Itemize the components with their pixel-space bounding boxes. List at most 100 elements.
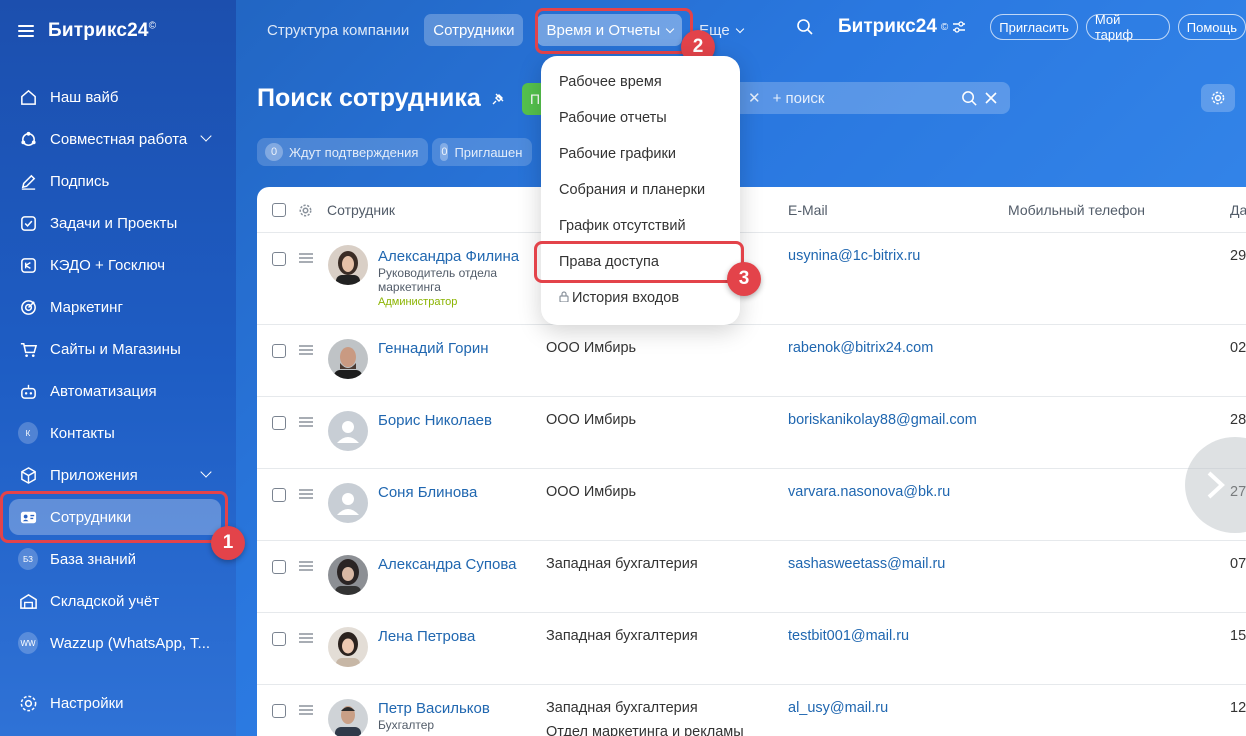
email-link[interactable]: boriskanikolay88@gmail.com (788, 412, 977, 428)
date-cell: 15. (1230, 628, 1246, 644)
search-icon[interactable] (796, 18, 814, 36)
table-row[interactable]: Петр Васильков Бухгалтер Западная бухгал… (257, 685, 1246, 736)
avatar (328, 339, 368, 379)
sidebar-item-collab[interactable]: Совместная работа (0, 118, 236, 160)
menu-item-meetings[interactable]: Собрания и планерки (559, 182, 705, 202)
email-link[interactable]: al_usy@mail.ru (788, 700, 888, 716)
drag-handle-icon[interactable] (299, 561, 313, 571)
counter-invited[interactable]: 0 Приглашен (432, 138, 533, 166)
menu-item-access-rights[interactable]: Права доступа (559, 254, 659, 274)
counter-awaiting[interactable]: 0 Ждут подтверждения (257, 138, 429, 166)
employee-name-link[interactable]: Геннадий Горин (378, 340, 489, 357)
sidebar-item-automation[interactable]: Автоматизация (0, 370, 236, 412)
search-input[interactable]: + поиск (773, 90, 961, 107)
employee-name-link[interactable]: Александра Супова (378, 556, 517, 573)
table-row[interactable]: Лена Петрова Западная бухгалтерия testbi… (257, 613, 1246, 685)
table-row[interactable]: Соня Блинова ООО Имбирь varvara.nasonova… (257, 469, 1246, 541)
cart-icon (18, 339, 38, 359)
chevron-down-icon (665, 24, 675, 33)
step-badge-1: 1 (211, 526, 245, 560)
email-link[interactable]: sashasweetass@mail.ru (788, 556, 945, 572)
close-icon[interactable] (984, 91, 998, 105)
menu-burger-icon[interactable] (18, 25, 34, 37)
menu-item-absence-chart[interactable]: График отсутствий (559, 218, 686, 238)
cube-icon (18, 465, 38, 485)
sidebar-item-tasks[interactable]: Задачи и Проекты (0, 202, 236, 244)
help-button[interactable]: Помощь (1177, 14, 1246, 40)
row-checkbox[interactable] (272, 252, 286, 266)
sidebar-item-knowledge-base[interactable]: БЗ База знаний (0, 538, 236, 580)
employee-name-link[interactable]: Петр Васильков (378, 700, 490, 717)
employee-name-link[interactable]: Александра Филина (378, 248, 519, 265)
email-link[interactable]: testbit001@mail.ru (788, 628, 909, 644)
sidebar-item-label: Приложения (50, 466, 138, 484)
table-row[interactable]: Александра Супова Западная бухгалтерия s… (257, 541, 1246, 613)
column-settings-icon[interactable] (298, 203, 313, 218)
drag-handle-icon[interactable] (299, 705, 313, 715)
drag-handle-icon[interactable] (299, 489, 313, 499)
warehouse-icon (18, 591, 38, 611)
filter-search-bar[interactable]: ✕ + поиск (740, 82, 1010, 114)
select-all-checkbox[interactable] (272, 203, 286, 217)
table-row[interactable]: Борис Николаев ООО Имбирь boriskanikolay… (257, 397, 1246, 469)
menu-item-login-history[interactable]: История входов (559, 290, 679, 310)
chevron-down-icon[interactable] (200, 466, 212, 478)
drag-handle-icon[interactable] (299, 253, 313, 263)
sidebar-item-label: Маркетинг (50, 298, 123, 316)
key-doc-icon (18, 255, 38, 275)
row-checkbox[interactable] (272, 488, 286, 502)
sidebar-item-sites[interactable]: Сайты и Магазины (0, 328, 236, 370)
employee-position: Руководитель отдела маркетинга (378, 266, 498, 294)
row-checkbox[interactable] (272, 560, 286, 574)
clear-filter-icon[interactable]: ✕ (748, 89, 761, 107)
logo[interactable]: Битрикс24© (48, 20, 156, 42)
row-checkbox[interactable] (272, 344, 286, 358)
sidebar-item-employees[interactable]: Сотрудники (0, 496, 236, 538)
sidebar-item-kedo[interactable]: КЭДО + Госключ (0, 244, 236, 286)
my-plan-button[interactable]: Мой тариф (1085, 12, 1170, 42)
tab-time-reports[interactable]: Время и Отчеты (537, 14, 683, 46)
menu-item-work-time[interactable]: Рабочее время (559, 74, 662, 94)
sidebar-item-settings[interactable]: Настройки (0, 682, 236, 724)
chevron-down-icon[interactable] (200, 130, 212, 142)
sidebar-item-apps[interactable]: Приложения (0, 454, 236, 496)
employee-name-link[interactable]: Борис Николаев (378, 412, 492, 429)
grid-settings-button[interactable] (1201, 84, 1235, 112)
drag-handle-icon[interactable] (299, 345, 313, 355)
tab-employees[interactable]: Сотрудники (424, 14, 524, 46)
column-date[interactable]: Дат (1230, 202, 1246, 218)
sidebar-item-wazzup[interactable]: WW Wazzup (WhatsApp, T... (0, 622, 236, 664)
sidebar-settings: Настройки (0, 682, 236, 724)
invite-button[interactable]: Пригласить (990, 14, 1078, 40)
pin-icon[interactable] (491, 92, 505, 106)
row-checkbox[interactable] (272, 416, 286, 430)
email-link[interactable]: rabenok@bitrix24.com (788, 340, 933, 356)
drag-handle-icon[interactable] (299, 633, 313, 643)
top-logo[interactable]: Битрикс24 © (838, 16, 966, 38)
column-employee[interactable]: Сотрудник (327, 202, 395, 218)
employee-name-link[interactable]: Лена Петрова (378, 628, 475, 645)
sidebar-item-our-vibe[interactable]: Наш вайб (0, 76, 236, 118)
sidebar-item-marketing[interactable]: Маркетинг (0, 286, 236, 328)
row-checkbox[interactable] (272, 632, 286, 646)
tab-company-structure[interactable]: Структура компании (258, 14, 418, 46)
sidebar-item-sign[interactable]: Подпись (0, 160, 236, 202)
chevron-down-icon (735, 24, 744, 33)
menu-item-work-schedules[interactable]: Рабочие графики (559, 146, 676, 166)
column-phone[interactable]: Мобильный телефон (1008, 202, 1145, 218)
employee-name-link[interactable]: Соня Блинова (378, 484, 477, 501)
sidebar-item-warehouse[interactable]: Складской учёт (0, 580, 236, 622)
sidebar-item-label: Настройки (50, 694, 124, 712)
search-icon[interactable] (961, 90, 978, 107)
email-link[interactable]: usynina@1c-bitrix.ru (788, 248, 920, 264)
sidebar-item-label: Задачи и Проекты (50, 214, 178, 232)
row-checkbox[interactable] (272, 704, 286, 718)
menu-item-work-reports[interactable]: Рабочие отчеты (559, 110, 667, 130)
date-cell: 02. (1230, 340, 1246, 356)
table-row[interactable]: Геннадий Горин ООО Имбирь rabenok@bitrix… (257, 325, 1246, 397)
sidebar-item-contacts[interactable]: К Контакты (0, 412, 236, 454)
column-email[interactable]: E-Mail (788, 202, 828, 218)
drag-handle-icon[interactable] (299, 417, 313, 427)
gear-icon (18, 693, 38, 713)
email-link[interactable]: varvara.nasonova@bk.ru (788, 484, 950, 500)
